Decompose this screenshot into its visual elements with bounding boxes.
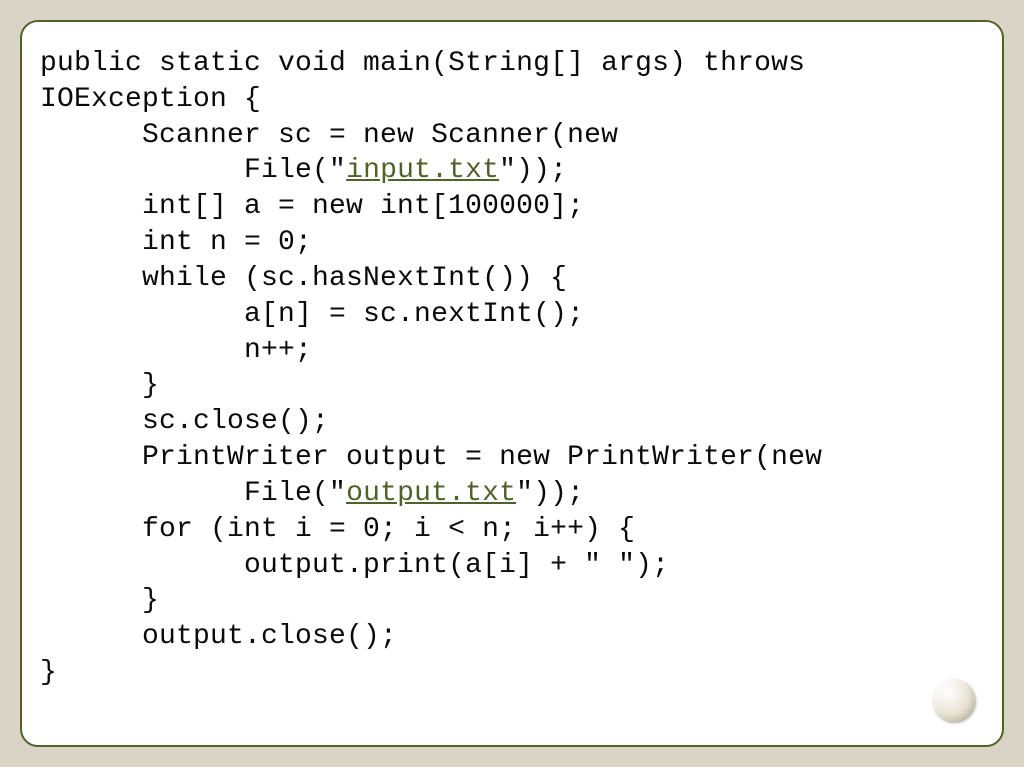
code-line-part: File(" [40,478,346,509]
code-block: public static void main(String[] args) t… [40,46,984,691]
code-line: int n = 0; [40,227,312,258]
code-line: n++; [40,335,312,366]
file-link-input[interactable]: input.txt [346,155,499,186]
code-line: Scanner sc = new Scanner(new [40,120,618,151]
code-line: a[n] = sc.nextInt(); [40,299,584,330]
code-line: IOException { [40,84,261,115]
code-line: public static void main(String[] args) t… [40,48,805,79]
code-line: PrintWriter output = new PrintWriter(new [40,442,822,473]
code-line: int[] a = new int[100000]; [40,191,584,222]
corner-ornament-icon [932,679,976,723]
code-line: } [40,370,159,401]
code-line: } [40,585,159,616]
code-line: output.close(); [40,621,397,652]
code-line-part: File(" [40,155,346,186]
code-line: for (int i = 0; i < n; i++) { [40,514,635,545]
code-line: } [40,657,57,688]
file-link-output[interactable]: output.txt [346,478,516,509]
code-line: while (sc.hasNextInt()) { [40,263,567,294]
slide-frame: public static void main(String[] args) t… [20,20,1004,747]
code-line-part: ")); [499,155,567,186]
code-line: output.print(a[i] + " "); [40,550,669,581]
code-line: sc.close(); [40,406,329,437]
code-line-part: ")); [516,478,584,509]
